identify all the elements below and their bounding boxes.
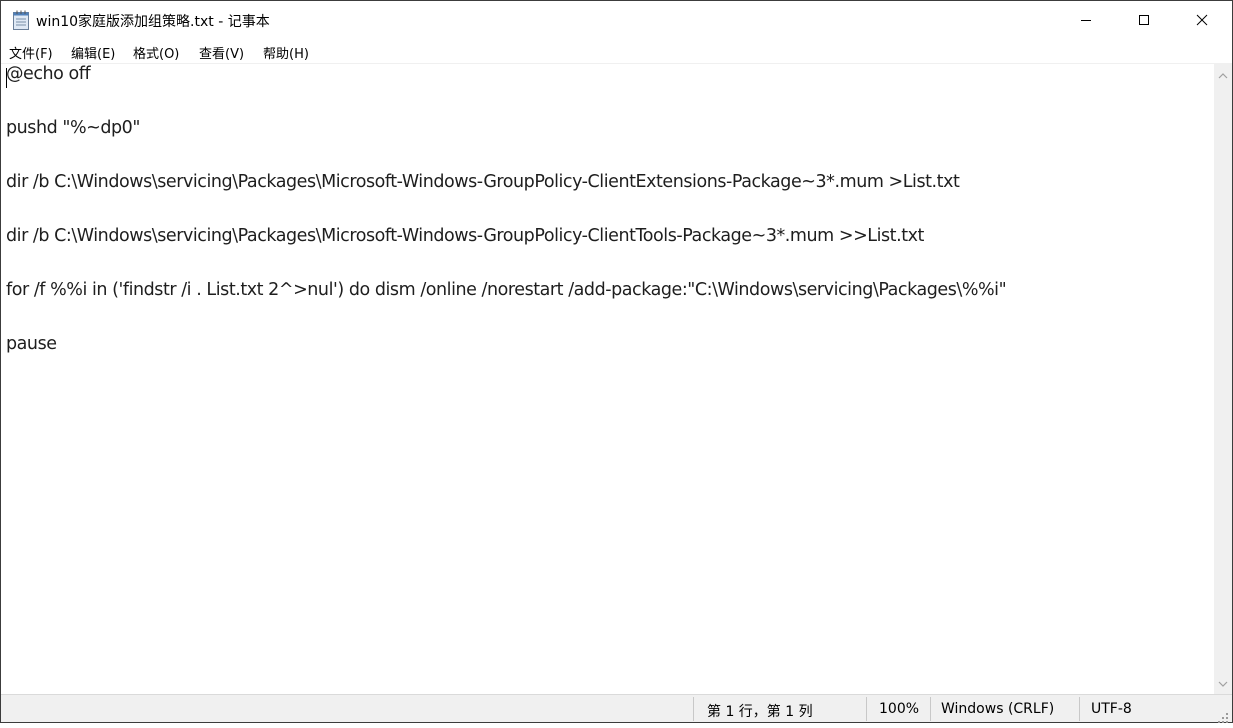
notepad-window: win10家庭版添加组策略.txt - 记事本 文件(F) 编辑(E) 格式(O… <box>0 0 1233 723</box>
close-icon <box>1196 11 1208 30</box>
chevron-up-icon <box>1218 65 1228 84</box>
status-line-ending: Windows (CRLF) <box>941 701 1055 717</box>
editor-line[interactable]: dir /b C:\Windows\servicing\Packages\Mic… <box>6 172 960 192</box>
editor-line[interactable]: pushd "%~dp0" <box>6 118 140 138</box>
status-cursor-position: 第 1 行，第 1 列 <box>707 704 813 720</box>
title-bar[interactable]: win10家庭版添加组策略.txt - 记事本 <box>1 1 1232 39</box>
menu-help[interactable]: 帮助(H) <box>263 42 309 63</box>
resize-grip-icon[interactable] <box>1217 709 1229 723</box>
status-encoding: UTF-8 <box>1091 701 1132 717</box>
status-bar: 第 1 行，第 1 列 100% Windows (CRLF) UTF-8 <box>1 694 1232 723</box>
editor-line[interactable]: for /f %%i in ('findstr /i . List.txt 2^… <box>6 280 1007 300</box>
menu-edit[interactable]: 编辑(E) <box>71 42 115 63</box>
text-editor[interactable]: @echo off pushd "%~dp0" dir /b C:\Window… <box>1 64 1214 694</box>
notepad-icon[interactable] <box>12 10 30 30</box>
close-button[interactable] <box>1173 1 1231 39</box>
menu-bar: 文件(F) 编辑(E) 格式(O) 查看(V) 帮助(H) <box>1 39 1232 63</box>
status-divider <box>930 697 931 721</box>
menu-file[interactable]: 文件(F) <box>9 42 53 63</box>
status-divider <box>866 697 867 721</box>
maximize-icon <box>1138 11 1150 30</box>
editor-line[interactable]: @echo off <box>6 64 91 84</box>
status-divider <box>1079 697 1080 721</box>
status-zoom: 100% <box>879 701 920 717</box>
status-divider <box>693 697 694 721</box>
maximize-button[interactable] <box>1115 1 1173 39</box>
minimize-button[interactable] <box>1057 1 1115 39</box>
menu-format[interactable]: 格式(O) <box>133 42 179 63</box>
menu-view[interactable]: 查看(V) <box>199 42 244 63</box>
vertical-scrollbar[interactable] <box>1214 64 1232 694</box>
editor-line[interactable]: dir /b C:\Windows\servicing\Packages\Mic… <box>6 226 924 246</box>
editor-line[interactable]: pause <box>6 334 57 354</box>
scroll-up-button[interactable] <box>1214 66 1232 83</box>
window-title: win10家庭版添加组策略.txt - 记事本 <box>36 14 270 30</box>
minimize-icon <box>1080 11 1092 30</box>
scroll-down-button[interactable] <box>1214 674 1232 691</box>
chevron-down-icon <box>1218 673 1228 692</box>
